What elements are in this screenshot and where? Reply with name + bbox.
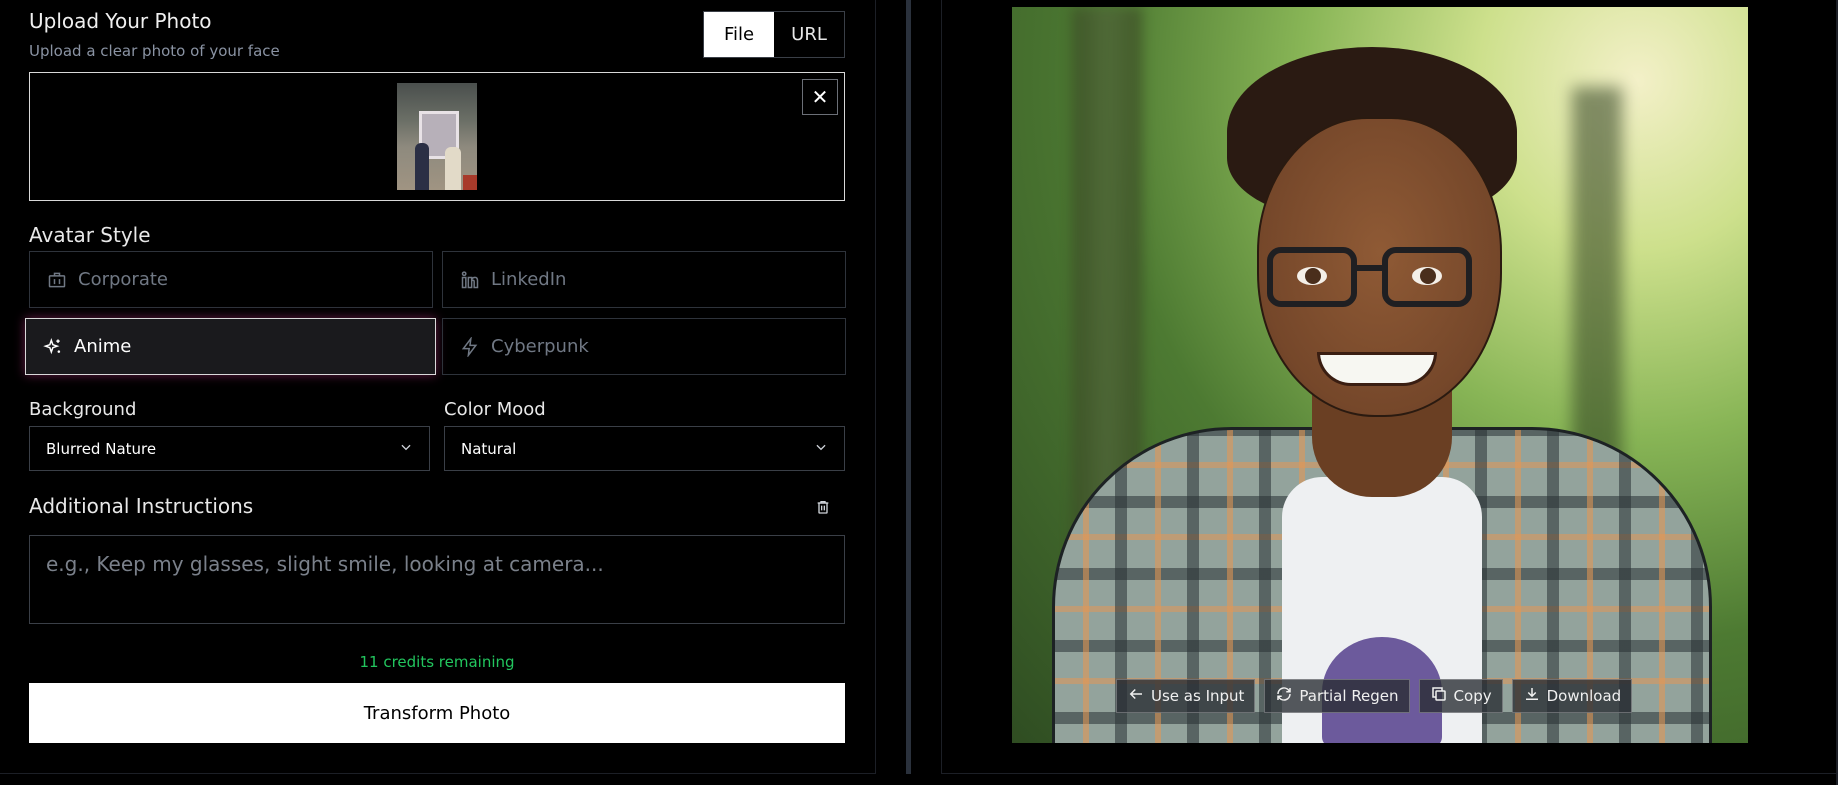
upload-subtitle: Upload a clear photo of your face (29, 42, 280, 60)
result-actions: Use as Input Partial Regen Copy Download (1116, 679, 1633, 713)
sparkles-icon (42, 336, 64, 358)
color-mood-label: Color Mood (444, 399, 546, 420)
avatar-style-title: Avatar Style (29, 223, 151, 247)
style-option-label: Anime (74, 336, 132, 357)
upload-title: Upload Your Photo (29, 9, 212, 33)
instructions-input[interactable] (29, 535, 845, 624)
copy-label: Copy (1453, 687, 1492, 705)
transform-photo-button[interactable]: Transform Photo (29, 683, 845, 743)
style-option-corporate[interactable]: Corporate (29, 251, 433, 308)
chevron-down-icon (399, 440, 413, 458)
tab-url[interactable]: URL (774, 12, 844, 57)
style-option-cyberpunk[interactable]: Cyberpunk (442, 318, 846, 375)
refresh-icon (1275, 685, 1293, 707)
clear-instructions-button[interactable] (815, 499, 833, 517)
background-label: Background (29, 399, 137, 420)
settings-panel: Upload Your Photo Upload a clear photo o… (0, 0, 876, 774)
download-label: Download (1546, 687, 1622, 705)
close-icon: ✕ (811, 85, 829, 109)
linkedin-icon (459, 269, 481, 291)
uploaded-photo-thumbnail (397, 83, 477, 190)
use-as-input-button[interactable]: Use as Input (1116, 679, 1256, 713)
chevron-down-icon (814, 440, 828, 458)
color-mood-value: Natural (461, 439, 517, 458)
instructions-title: Additional Instructions (29, 494, 254, 518)
remove-photo-button[interactable]: ✕ (802, 79, 838, 115)
copy-button[interactable]: Copy (1418, 679, 1503, 713)
panel-resize-handle[interactable] (906, 0, 911, 774)
style-option-anime[interactable]: Anime (25, 318, 436, 375)
tab-file[interactable]: File (704, 12, 774, 57)
background-select[interactable]: Blurred Nature (29, 426, 430, 471)
briefcase-icon (46, 269, 68, 291)
copy-icon (1430, 685, 1448, 707)
download-icon (1523, 685, 1541, 707)
lightning-icon (459, 336, 481, 358)
style-option-label: LinkedIn (491, 269, 567, 290)
credits-remaining: 11 credits remaining (359, 653, 515, 671)
use-as-input-label: Use as Input (1151, 687, 1245, 705)
arrow-left-icon (1127, 685, 1145, 707)
style-option-label: Corporate (78, 269, 168, 290)
style-option-label: Cyberpunk (491, 336, 589, 357)
partial-regen-label: Partial Regen (1299, 687, 1399, 705)
partial-regen-button[interactable]: Partial Regen (1264, 679, 1410, 713)
photo-dropzone[interactable]: ✕ (29, 72, 845, 201)
background-value: Blurred Nature (46, 439, 157, 458)
download-button[interactable]: Download (1511, 679, 1633, 713)
style-option-linkedin[interactable]: LinkedIn (442, 251, 846, 308)
generated-avatar-image (1012, 7, 1748, 743)
color-mood-select[interactable]: Natural (444, 426, 845, 471)
upload-source-toggle: File URL (703, 11, 845, 58)
trash-icon (815, 500, 831, 519)
